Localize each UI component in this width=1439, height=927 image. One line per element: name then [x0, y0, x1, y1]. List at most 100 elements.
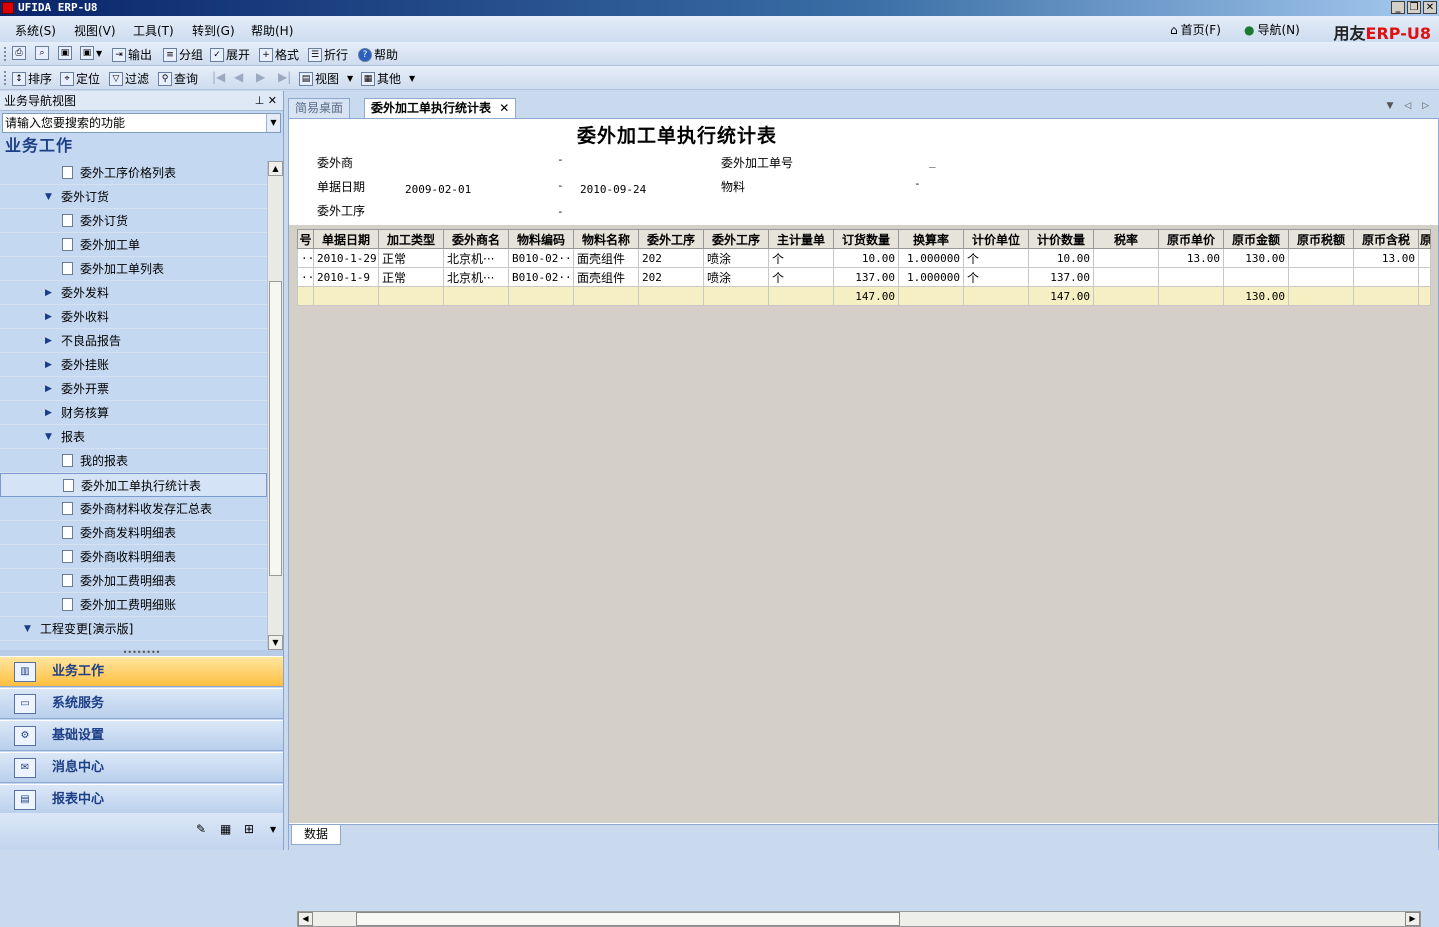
nav-tree-item[interactable]: 委外商收料明细表 — [0, 545, 267, 569]
toolbar2-grip[interactable] — [4, 71, 7, 85]
table-cell[interactable] — [1093, 248, 1159, 268]
expand-arrow-icon[interactable]: ▶ — [45, 353, 55, 377]
nav-tree-item[interactable]: ▶ 委外开票 — [0, 377, 267, 401]
table-cell[interactable]: 正常 — [378, 267, 444, 287]
nav-tree-item[interactable]: 委外加工费明细表 — [0, 569, 267, 593]
table-cell[interactable]: 个 — [768, 267, 834, 287]
nav-tree-item[interactable]: ▼ 委外订货 — [0, 185, 267, 209]
table-row[interactable]: ···2010-1-9正常北京机···B010-02···面壳组件202喷涂个1… — [297, 267, 1431, 287]
table-cell[interactable] — [378, 286, 444, 306]
table-cell[interactable] — [1288, 267, 1354, 287]
other-button[interactable]: ▦ 其他 ▼ — [361, 70, 415, 87]
table-cell[interactable]: 1.000000 — [898, 248, 964, 268]
table-cell[interactable] — [963, 286, 1029, 306]
table-cell[interactable]: 北京机··· — [443, 267, 509, 287]
sort-button[interactable]: ↕ 排序 — [12, 70, 52, 87]
pin-icon[interactable]: ⊥ — [255, 94, 265, 107]
table-cell[interactable]: 13.00 — [1158, 248, 1224, 268]
nav-button-report-center[interactable]: ▤ 报表中心 — [0, 784, 283, 815]
tab-report[interactable]: 委外加工单执行统计表 ✕ — [364, 98, 517, 118]
expand-arrow-icon[interactable]: ▶ — [45, 305, 55, 329]
output-button[interactable]: ⇥ 输出 — [112, 46, 152, 63]
column-header[interactable]: 原币金额 — [1223, 229, 1289, 249]
function-search-input[interactable]: 请输入您要搜索的功能 ▼ — [2, 113, 281, 133]
save-button[interactable]: ▣ — [58, 46, 72, 60]
column-header[interactable]: 原币税额 — [1288, 229, 1354, 249]
table-cell[interactable]: 个 — [963, 267, 1029, 287]
nav-tree-item[interactable]: 委外加工费明细账 — [0, 593, 267, 617]
view-button[interactable]: ▤ 视图 ▼ — [299, 70, 353, 87]
footer-option-icon[interactable]: ✎ — [196, 822, 206, 836]
column-header[interactable]: 税率 — [1093, 229, 1159, 249]
table-cell[interactable]: ··· — [297, 267, 314, 287]
nav-tree-item[interactable]: 委外商发料明细表 — [0, 521, 267, 545]
column-header[interactable]: 换算率 — [898, 229, 964, 249]
table-cell[interactable] — [573, 286, 639, 306]
scroll-left-icon[interactable]: ◀ — [298, 912, 313, 926]
minimize-button[interactable]: _ — [1391, 1, 1405, 14]
table-cell[interactable]: ··· — [297, 248, 314, 268]
table-cell[interactable]: 13.00 — [1353, 248, 1419, 268]
column-header[interactable]: 委外工序 — [638, 229, 704, 249]
table-cell[interactable]: 130.00 — [1223, 286, 1289, 306]
last-page-button[interactable]: ▶| — [278, 70, 291, 84]
menu-help[interactable]: 帮助(H) — [251, 22, 293, 39]
table-cell[interactable]: 202 — [638, 267, 704, 287]
grid-hscrollbar[interactable]: ◀ ▶ — [297, 911, 1421, 927]
next-page-button[interactable]: ▶ — [256, 70, 265, 84]
collapse-arrow-icon[interactable]: ▼ — [45, 185, 55, 209]
table-cell[interactable] — [1353, 267, 1419, 287]
table-cell[interactable]: 1.000000 — [898, 267, 964, 287]
column-header[interactable]: 单据日期 — [313, 229, 379, 249]
column-header[interactable]: 加工类型 — [378, 229, 444, 249]
footer-tree-icon[interactable]: ⊞ — [244, 822, 254, 836]
nav-tree-item[interactable]: 我的报表 — [0, 449, 267, 473]
preview-button[interactable]: ⌕ — [35, 46, 49, 60]
nav-tree-item[interactable]: ▼ 报表 — [0, 425, 267, 449]
menu-view[interactable]: 视图(V) — [74, 22, 116, 39]
table-cell[interactable] — [703, 286, 769, 306]
nav-tree-item[interactable]: 委外加工单列表 — [0, 257, 267, 281]
restore-button[interactable]: ❐ — [1407, 1, 1421, 14]
nav-tree-item[interactable]: 委外工序价格列表 — [0, 161, 267, 185]
table-cell[interactable] — [1223, 267, 1289, 287]
table-cell[interactable]: 2010-1-29 — [313, 248, 379, 268]
group-button[interactable]: ≡ 分组 — [163, 46, 203, 63]
footer-grid-icon[interactable]: ▦ — [220, 822, 231, 836]
collapse-arrow-icon[interactable]: ▼ — [45, 425, 55, 449]
table-cell[interactable]: 正常 — [378, 248, 444, 268]
table-cell[interactable] — [1288, 286, 1354, 306]
nav-button-basic-settings[interactable]: ⚙ 基础设置 — [0, 720, 283, 751]
table-cell[interactable]: 北京机··· — [443, 248, 509, 268]
sheet-tab-data[interactable]: 数据 — [291, 825, 341, 845]
table-cell[interactable]: 137.00 — [833, 267, 899, 287]
column-header[interactable]: 号 — [297, 229, 314, 249]
total-row[interactable]: 147.00 147.00 130.00 — [297, 286, 1431, 306]
column-header[interactable]: 计价单位 — [963, 229, 1029, 249]
table-cell[interactable]: 147.00 — [1028, 286, 1094, 306]
table-cell[interactable]: 面壳组件 — [573, 248, 639, 268]
table-cell[interactable]: B010-02··· — [508, 267, 574, 287]
table-cell[interactable]: 10.00 — [1028, 248, 1094, 268]
nav-button-business-work[interactable]: ▥ 业务工作 — [0, 656, 283, 687]
format-button[interactable]: + 格式 — [259, 46, 299, 63]
column-header[interactable]: 原币单价 — [1158, 229, 1224, 249]
table-cell[interactable] — [1418, 267, 1431, 287]
expand-button[interactable]: ✓ 展开 — [210, 46, 250, 63]
nav-tree-scrollbar[interactable]: ▲ ▼ — [267, 161, 283, 650]
save-as-button[interactable]: ▣ ▼ — [80, 46, 102, 60]
tab-nav-icons[interactable]: ▼ ◁ ▷ — [1387, 101, 1434, 111]
nav-tree-item[interactable]: ▶ 委外收料 — [0, 305, 267, 329]
column-header[interactable]: 计价数量 — [1028, 229, 1094, 249]
column-header[interactable]: 委外商名 — [443, 229, 509, 249]
nav-tree-item[interactable]: 委外订货 — [0, 209, 267, 233]
nav-button-message-center[interactable]: ✉ 消息中心 — [0, 752, 283, 783]
table-cell[interactable]: 130.00 — [1223, 248, 1289, 268]
table-cell[interactable]: 面壳组件 — [573, 267, 639, 287]
expand-arrow-icon[interactable]: ▶ — [45, 377, 55, 401]
nav-button-system-service[interactable]: ▭ 系统服务 — [0, 688, 283, 719]
table-cell[interactable] — [1353, 286, 1419, 306]
table-cell[interactable] — [1093, 267, 1159, 287]
table-cell[interactable] — [898, 286, 964, 306]
table-cell[interactable] — [1418, 286, 1431, 306]
